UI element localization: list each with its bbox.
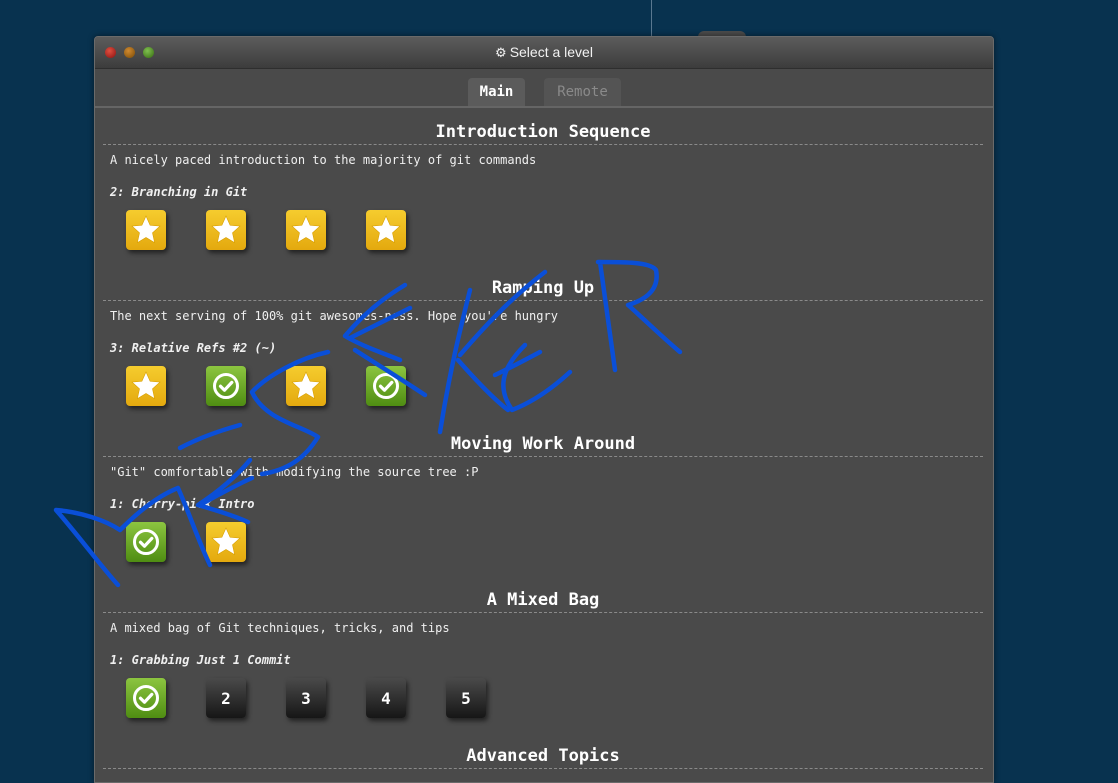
section-introduction-sequence: Introduction Sequence A nicely paced int… <box>103 120 983 250</box>
level-button-star[interactable] <box>206 522 246 562</box>
section-title: Moving Work Around <box>103 432 983 457</box>
section-title: Advanced Topics <box>103 744 983 769</box>
star-icon <box>291 371 321 400</box>
section-description: The next serving of 100% git awesomes-ne… <box>110 309 558 323</box>
checkmark-icon <box>133 685 159 711</box>
title-bar: ⚙ Select a level <box>95 37 993 69</box>
tab-remote[interactable]: Remote <box>544 78 621 106</box>
star-icon <box>131 371 161 400</box>
gear-icon: ⚙ <box>495 46 507 61</box>
star-icon <box>291 215 321 244</box>
current-level-name: 3: Relative Refs #2 (~) <box>110 341 277 355</box>
star-icon <box>211 527 241 556</box>
checkmark-icon <box>213 373 239 399</box>
star-icon <box>371 215 401 244</box>
level-number-label: 5 <box>461 688 471 708</box>
level-button-completed[interactable] <box>206 366 246 406</box>
current-level-name: 1: Grabbing Just 1 Commit <box>110 653 291 667</box>
level-button-star[interactable] <box>126 210 166 250</box>
level-button-number[interactable]: 4 <box>366 678 406 718</box>
level-button-number[interactable]: 2 <box>206 678 246 718</box>
level-button-star[interactable] <box>206 210 246 250</box>
background-line <box>651 0 652 37</box>
current-level-name: 1: Cherry-pick Intro <box>110 497 255 511</box>
level-button-star[interactable] <box>286 366 326 406</box>
level-number-label: 4 <box>381 688 391 708</box>
section-ramping-up: Ramping Up The next serving of 100% git … <box>103 276 983 406</box>
checkmark-icon <box>373 373 399 399</box>
section-description: A nicely paced introduction to the major… <box>110 153 537 167</box>
level-button-star[interactable] <box>126 366 166 406</box>
section-description: "Git" comfortable with modifying the sou… <box>110 465 479 479</box>
tab-main[interactable]: Main <box>468 78 525 106</box>
section-advanced-topics: Advanced Topics <box>103 744 983 769</box>
section-title: Introduction Sequence <box>103 120 983 145</box>
level-button-number[interactable]: 3 <box>286 678 326 718</box>
section-description: A mixed bag of Git techniques, tricks, a… <box>110 621 450 635</box>
level-number-label: 3 <box>301 688 311 708</box>
section-title: A Mixed Bag <box>103 588 983 613</box>
tab-bar: Main Remote <box>95 69 993 108</box>
level-button-completed[interactable] <box>126 522 166 562</box>
level-button-completed[interactable] <box>366 366 406 406</box>
level-button-star[interactable] <box>366 210 406 250</box>
level-button-star[interactable] <box>286 210 326 250</box>
section-title: Ramping Up <box>103 276 983 301</box>
star-icon <box>131 215 161 244</box>
level-button-number[interactable]: 5 <box>446 678 486 718</box>
level-select-dialog: ⚙ Select a level Main Remote Introduction… <box>94 36 994 783</box>
level-number-label: 2 <box>221 688 231 708</box>
current-level-name: 2: Branching in Git <box>110 185 248 199</box>
level-button-completed[interactable] <box>126 678 166 718</box>
section-a-mixed-bag: A Mixed Bag A mixed bag of Git technique… <box>103 588 983 718</box>
section-moving-work-around: Moving Work Around "Git" comfortable wit… <box>103 432 983 562</box>
window-title: ⚙ Select a level <box>495 44 593 61</box>
checkmark-icon <box>133 529 159 555</box>
star-icon <box>211 215 241 244</box>
